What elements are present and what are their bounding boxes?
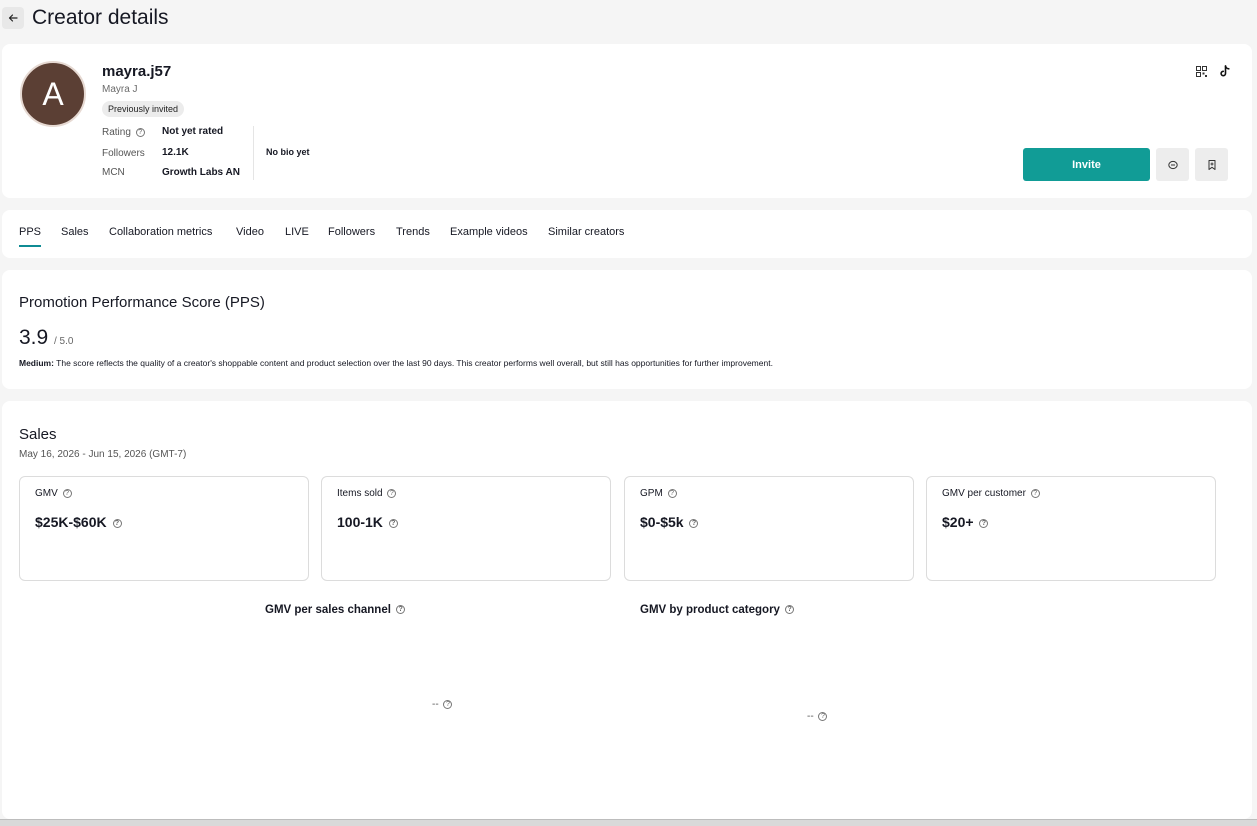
help-icon[interactable]: ? [388,518,398,528]
help-icon[interactable]: ? [818,711,828,721]
metric-label-text: GPM [640,488,663,499]
mcn-label: MCN [102,167,125,178]
chart-title-sales-channel: GMV per sales channel ? [265,604,406,616]
pps-title: Promotion Performance Score (PPS) [19,294,265,311]
tab-example-videos[interactable]: Example videos [450,226,528,238]
tab-trends[interactable]: Trends [396,226,430,238]
metric-label: Items sold ? [337,488,397,499]
help-icon[interactable]: ? [979,518,989,528]
tab-collaboration-metrics[interactable]: Collaboration metrics [109,226,212,238]
invite-button[interactable]: Invite [1023,148,1150,181]
metric-card-gmv: GMV ? $25K-$60K ? [19,476,309,581]
qr-code-icon [1195,65,1207,77]
help-icon[interactable]: ? [667,488,677,498]
followers-label: Followers [102,148,145,159]
back-button[interactable] [2,7,24,29]
save-creator-button[interactable] [1195,148,1228,181]
horizontal-scrollbar[interactable] [0,819,1257,826]
tab-video[interactable]: Video [236,226,264,238]
chart-title-text: GMV by product category [640,604,780,616]
section-tabs: PPS Sales Collaboration metrics Video LI… [2,210,1252,258]
pps-score: 3.9 [19,326,49,349]
metric-label: GPM ? [640,488,677,499]
help-icon[interactable]: ? [785,605,795,615]
pps-description-text: The score reflects the quality of a crea… [56,358,773,368]
metric-card-items-sold: Items sold ? 100-1K ? [321,476,611,581]
pps-level: Medium: [19,358,54,368]
help-icon[interactable]: ? [689,518,699,528]
metric-card-gmv-per-customer: GMV per customer ? $20+ ? [926,476,1216,581]
empty-value: -- [432,699,439,710]
metric-value: $25K-$60K ? [35,514,122,530]
empty-value: -- [807,711,814,722]
help-icon[interactable]: ? [443,699,453,709]
date-range: May 16, 2026 - Jun 15, 2026 (GMT-7) [19,449,187,460]
metric-value-text: $20+ [942,514,974,530]
pps-section: Promotion Performance Score (PPS) 3.9 / … [2,270,1252,389]
creator-username: mayra.j57 [102,63,172,80]
pps-score-max: / 5.0 [54,336,74,347]
chart-empty-product-category: -- ? [807,711,828,722]
rating-label-text: Rating [102,127,131,138]
help-icon[interactable]: ? [62,488,72,498]
metric-label: GMV ? [35,488,72,499]
page-title: Creator details [32,6,169,29]
help-icon[interactable]: ? [135,127,145,137]
rating-value: Not yet rated [162,126,224,137]
pps-description: Medium: The score reflects the quality o… [19,358,773,368]
top-bar: Creator details [0,0,1257,38]
metric-value-text: 100-1K [337,514,383,530]
tiktok-profile-link[interactable] [1216,62,1234,80]
metric-value-text: $0-$5k [640,514,684,530]
status-badge: Previously invited [102,101,185,117]
metric-value: 100-1K ? [337,514,398,530]
avatar: A [20,61,86,127]
help-icon[interactable]: ? [112,518,122,528]
tab-live[interactable]: LIVE [285,226,309,238]
metric-label-text: GMV [35,488,58,499]
message-icon [1167,160,1178,169]
chart-title-text: GMV per sales channel [265,604,391,616]
message-button[interactable] [1156,148,1189,181]
divider [253,126,254,180]
metric-value: $0-$5k ? [640,514,699,530]
metric-value-text: $25K-$60K [35,514,107,530]
tab-followers[interactable]: Followers [328,226,375,238]
help-icon[interactable]: ? [1030,488,1040,498]
mcn-value: Growth Labs AN [162,167,240,178]
help-icon[interactable]: ? [387,488,397,498]
back-arrow-icon [8,14,18,22]
help-icon[interactable]: ? [396,605,406,615]
creator-profile-card: A mayra.j57 Mayra J Previously invited R… [2,44,1252,198]
metric-label: GMV per customer ? [942,488,1040,499]
metric-label-text: Items sold [337,488,383,499]
creator-display-name: Mayra J [102,84,138,95]
metric-card-gpm: GPM ? $0-$5k ? [624,476,914,581]
tab-pps[interactable]: PPS [19,226,42,247]
bookmark-icon [1208,159,1215,170]
qr-code-button[interactable] [1192,62,1210,80]
creator-bio: No bio yet [266,147,310,157]
chart-empty-sales-channel: -- ? [432,699,453,710]
sales-title: Sales [19,426,57,443]
followers-value: 12.1K [162,147,189,158]
metric-label-text: GMV per customer [942,488,1026,499]
chart-title-product-category: GMV by product category ? [640,604,795,616]
tab-similar-creators[interactable]: Similar creators [548,226,624,238]
sales-section: Sales May 16, 2026 - Jun 15, 2026 (GMT-7… [2,401,1252,819]
metric-value: $20+ ? [942,514,989,530]
tiktok-icon [1220,64,1230,76]
tab-sales[interactable]: Sales [61,226,89,238]
rating-label: Rating ? [102,127,145,138]
